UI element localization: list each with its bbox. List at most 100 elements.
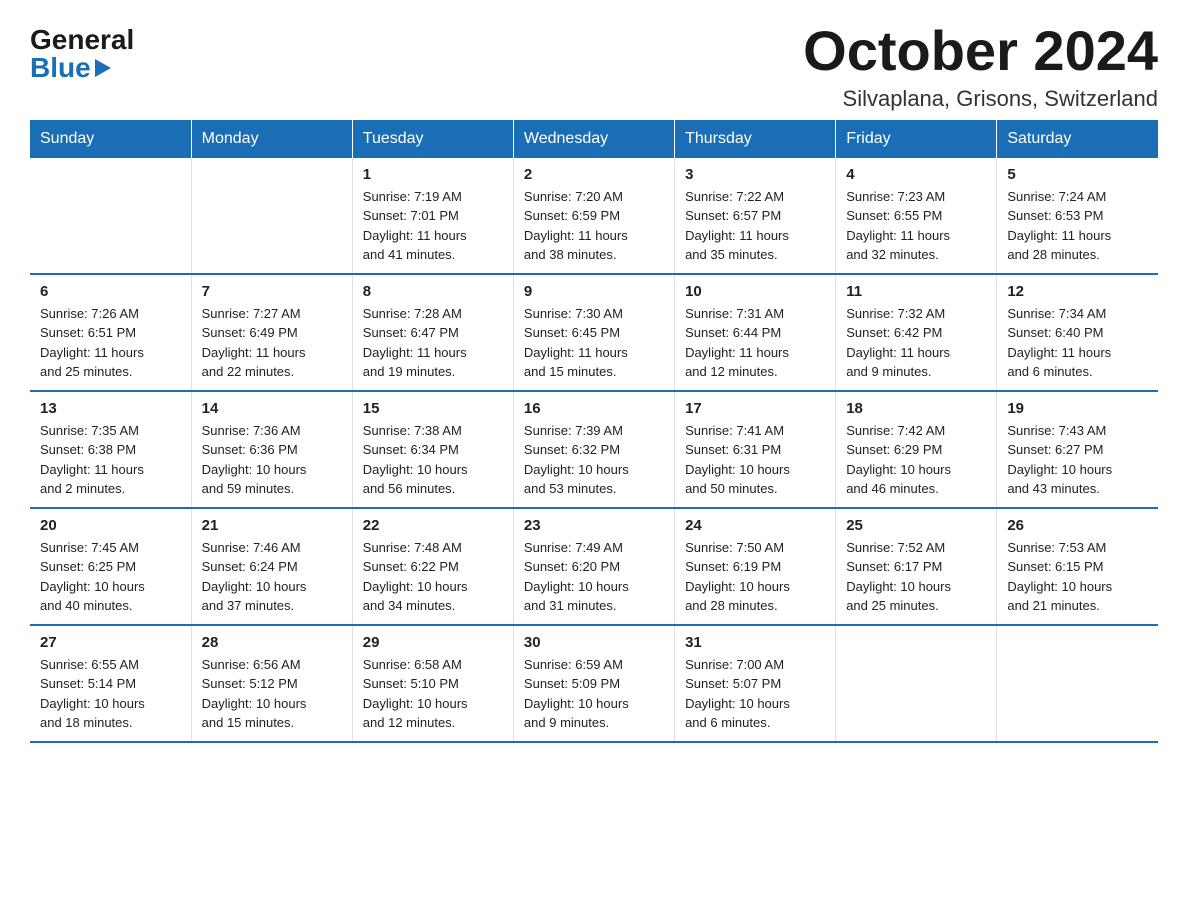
logo-general-text: General [30,26,134,54]
calendar-cell: 7 Sunrise: 7:27 AM Sunset: 6:49 PM Daylig… [191,274,352,391]
day-number: 25 [846,517,986,534]
header-wednesday: Wednesday [513,120,674,158]
calendar-cell: 8 Sunrise: 7:28 AM Sunset: 6:47 PM Daylig… [352,274,513,391]
calendar-cell: 20 Sunrise: 7:45 AM Sunset: 6:25 PM Dayli… [30,508,191,625]
logo-blue-text: Blue [30,54,111,82]
calendar-cell: 31 Sunrise: 7:00 AM Sunset: 5:07 PM Dayli… [675,625,836,742]
calendar-table: Sunday Monday Tuesday Wednesday Thursday… [30,120,1158,743]
day-number: 4 [846,166,986,183]
day-number: 15 [363,400,503,417]
calendar-cell: 12 Sunrise: 7:34 AM Sunset: 6:40 PM Dayli… [997,274,1158,391]
day-number: 6 [40,283,181,300]
day-number: 1 [363,166,503,183]
day-number: 16 [524,400,664,417]
day-info: Sunrise: 6:56 AM Sunset: 5:12 PM Dayligh… [202,655,342,733]
day-info: Sunrise: 7:41 AM Sunset: 6:31 PM Dayligh… [685,421,825,499]
calendar-week-row: 1 Sunrise: 7:19 AM Sunset: 7:01 PM Daylig… [30,158,1158,274]
calendar-cell: 15 Sunrise: 7:38 AM Sunset: 6:34 PM Dayli… [352,391,513,508]
day-number: 9 [524,283,664,300]
day-number: 5 [1007,166,1148,183]
day-info: Sunrise: 7:30 AM Sunset: 6:45 PM Dayligh… [524,304,664,382]
day-info: Sunrise: 7:24 AM Sunset: 6:53 PM Dayligh… [1007,187,1148,265]
calendar-cell: 1 Sunrise: 7:19 AM Sunset: 7:01 PM Daylig… [352,158,513,274]
calendar-cell: 18 Sunrise: 7:42 AM Sunset: 6:29 PM Dayli… [836,391,997,508]
calendar-cell: 22Sunrise: 7:48 AM Sunset: 6:22 PM Dayli… [352,508,513,625]
day-number: 28 [202,634,342,651]
calendar-week-row: 13 Sunrise: 7:35 AM Sunset: 6:38 PM Dayli… [30,391,1158,508]
calendar-cell: 27Sunrise: 6:55 AM Sunset: 5:14 PM Dayli… [30,625,191,742]
day-number: 3 [685,166,825,183]
day-info: Sunrise: 7:34 AM Sunset: 6:40 PM Dayligh… [1007,304,1148,382]
calendar-cell [191,158,352,274]
calendar-cell: 26Sunrise: 7:53 AM Sunset: 6:15 PM Dayli… [997,508,1158,625]
day-info: Sunrise: 7:20 AM Sunset: 6:59 PM Dayligh… [524,187,664,265]
day-info: Sunrise: 7:26 AM Sunset: 6:51 PM Dayligh… [40,304,181,382]
calendar-cell: 4 Sunrise: 7:23 AM Sunset: 6:55 PM Daylig… [836,158,997,274]
day-number: 21 [202,517,342,534]
calendar-cell: 11 Sunrise: 7:32 AM Sunset: 6:42 PM Dayli… [836,274,997,391]
logo: General Blue [30,20,134,82]
calendar-cell: 28 Sunrise: 6:56 AM Sunset: 5:12 PM Dayli… [191,625,352,742]
calendar-cell: 29 Sunrise: 6:58 AM Sunset: 5:10 PM Dayli… [352,625,513,742]
calendar-cell: 14Sunrise: 7:36 AM Sunset: 6:36 PM Dayli… [191,391,352,508]
calendar-week-row: 27Sunrise: 6:55 AM Sunset: 5:14 PM Dayli… [30,625,1158,742]
header-sunday: Sunday [30,120,191,158]
calendar-cell: 23Sunrise: 7:49 AM Sunset: 6:20 PM Dayli… [513,508,674,625]
location-subtitle: Silvaplana, Grisons, Switzerland [803,86,1158,112]
day-number: 20 [40,517,181,534]
calendar-cell: 16Sunrise: 7:39 AM Sunset: 6:32 PM Dayli… [513,391,674,508]
day-info: Sunrise: 7:23 AM Sunset: 6:55 PM Dayligh… [846,187,986,265]
day-info: Sunrise: 6:58 AM Sunset: 5:10 PM Dayligh… [363,655,503,733]
day-info: Sunrise: 7:35 AM Sunset: 6:38 PM Dayligh… [40,421,181,499]
calendar-week-row: 20 Sunrise: 7:45 AM Sunset: 6:25 PM Dayli… [30,508,1158,625]
day-info: Sunrise: 7:45 AM Sunset: 6:25 PM Dayligh… [40,538,181,616]
day-info: Sunrise: 7:22 AM Sunset: 6:57 PM Dayligh… [685,187,825,265]
day-info: Sunrise: 7:27 AM Sunset: 6:49 PM Dayligh… [202,304,342,382]
calendar-cell: 17 Sunrise: 7:41 AM Sunset: 6:31 PM Dayli… [675,391,836,508]
day-number: 13 [40,400,181,417]
day-info: Sunrise: 7:42 AM Sunset: 6:29 PM Dayligh… [846,421,986,499]
calendar-header-row: Sunday Monday Tuesday Wednesday Thursday… [30,120,1158,158]
day-number: 8 [363,283,503,300]
calendar-cell: 13 Sunrise: 7:35 AM Sunset: 6:38 PM Dayli… [30,391,191,508]
page-header: General Blue October 2024 Silvaplana, Gr… [30,20,1158,112]
calendar-cell: 9 Sunrise: 7:30 AM Sunset: 6:45 PM Daylig… [513,274,674,391]
header-friday: Friday [836,120,997,158]
day-number: 17 [685,400,825,417]
day-info: Sunrise: 7:32 AM Sunset: 6:42 PM Dayligh… [846,304,986,382]
calendar-cell [836,625,997,742]
day-number: 26 [1007,517,1148,534]
day-info: Sunrise: 7:52 AM Sunset: 6:17 PM Dayligh… [846,538,986,616]
calendar-cell [30,158,191,274]
day-info: Sunrise: 7:19 AM Sunset: 7:01 PM Dayligh… [363,187,503,265]
calendar-cell [997,625,1158,742]
day-number: 31 [685,634,825,651]
header-thursday: Thursday [675,120,836,158]
logo-blue-word: Blue [30,54,91,82]
day-number: 30 [524,634,664,651]
day-info: Sunrise: 7:28 AM Sunset: 6:47 PM Dayligh… [363,304,503,382]
logo-arrow-icon [95,59,111,77]
header-saturday: Saturday [997,120,1158,158]
calendar-cell: 21Sunrise: 7:46 AM Sunset: 6:24 PM Dayli… [191,508,352,625]
day-number: 14 [202,400,342,417]
calendar-cell: 30 Sunrise: 6:59 AM Sunset: 5:09 PM Dayli… [513,625,674,742]
calendar-week-row: 6 Sunrise: 7:26 AM Sunset: 6:51 PM Daylig… [30,274,1158,391]
day-info: Sunrise: 7:49 AM Sunset: 6:20 PM Dayligh… [524,538,664,616]
calendar-cell: 2 Sunrise: 7:20 AM Sunset: 6:59 PM Daylig… [513,158,674,274]
calendar-cell: 10Sunrise: 7:31 AM Sunset: 6:44 PM Dayli… [675,274,836,391]
day-number: 12 [1007,283,1148,300]
day-number: 2 [524,166,664,183]
day-info: Sunrise: 6:59 AM Sunset: 5:09 PM Dayligh… [524,655,664,733]
day-number: 29 [363,634,503,651]
month-title: October 2024 [803,20,1158,82]
day-info: Sunrise: 7:38 AM Sunset: 6:34 PM Dayligh… [363,421,503,499]
day-number: 11 [846,283,986,300]
day-info: Sunrise: 7:43 AM Sunset: 6:27 PM Dayligh… [1007,421,1148,499]
day-number: 18 [846,400,986,417]
day-info: Sunrise: 7:50 AM Sunset: 6:19 PM Dayligh… [685,538,825,616]
calendar-cell: 24Sunrise: 7:50 AM Sunset: 6:19 PM Dayli… [675,508,836,625]
day-info: Sunrise: 7:48 AM Sunset: 6:22 PM Dayligh… [363,538,503,616]
day-info: Sunrise: 7:00 AM Sunset: 5:07 PM Dayligh… [685,655,825,733]
day-number: 7 [202,283,342,300]
